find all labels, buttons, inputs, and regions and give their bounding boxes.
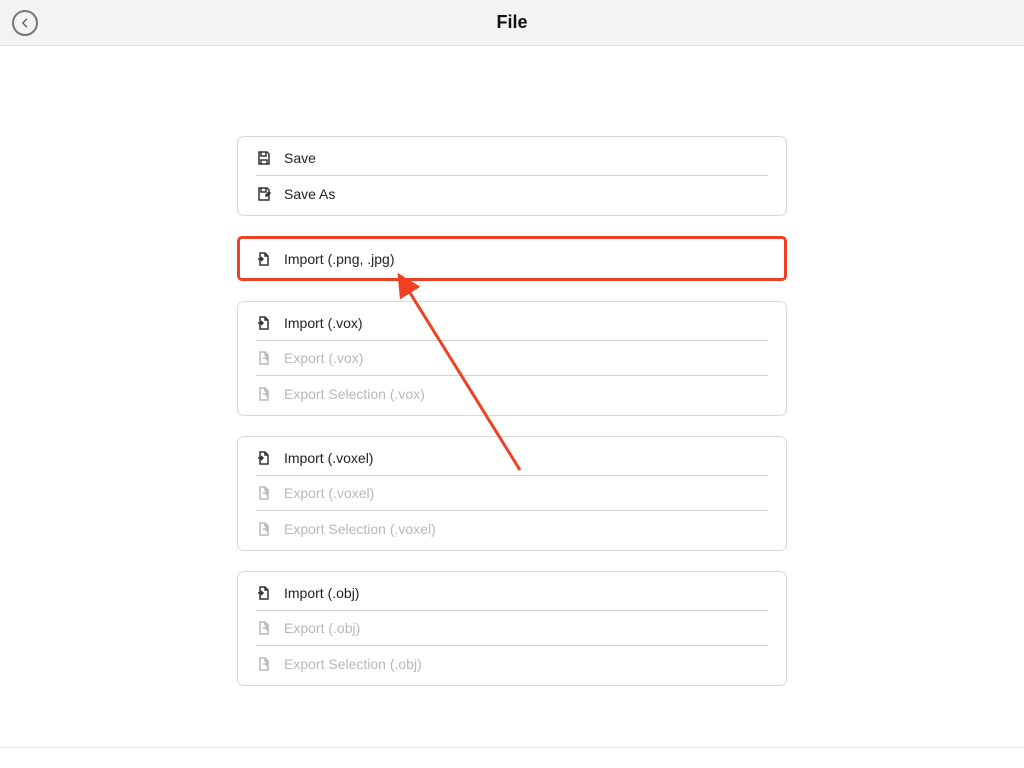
- export-obj-label: Export (.obj): [284, 620, 360, 636]
- import-image-label: Import (.png, .jpg): [284, 251, 395, 267]
- export-sel-vox-label: Export Selection (.vox): [284, 386, 425, 402]
- export-sel-obj-item: Export Selection (.obj): [256, 646, 768, 681]
- export-sel-obj-label: Export Selection (.obj): [284, 656, 422, 672]
- export-icon: [256, 485, 272, 501]
- file-menu-content: Save Save As Import (.png, .jpg) Import …: [0, 46, 1024, 706]
- save-icon: [256, 150, 272, 166]
- export-sel-voxel-label: Export Selection (.voxel): [284, 521, 436, 537]
- export-icon: [256, 656, 272, 672]
- import-obj-label: Import (.obj): [284, 585, 359, 601]
- import-icon: [256, 251, 272, 267]
- export-icon: [256, 521, 272, 537]
- import-icon: [256, 585, 272, 601]
- import-voxel-label: Import (.voxel): [284, 450, 373, 466]
- save-as-icon: [256, 186, 272, 202]
- export-vox-label: Export (.vox): [284, 350, 363, 366]
- obj-group: Import (.obj) Export (.obj) Export Selec…: [237, 571, 787, 686]
- export-sel-voxel-item: Export Selection (.voxel): [256, 511, 768, 546]
- voxel-group: Import (.voxel) Export (.voxel) Export S…: [237, 436, 787, 551]
- import-icon: [256, 315, 272, 331]
- import-obj-item[interactable]: Import (.obj): [256, 576, 768, 611]
- import-voxel-item[interactable]: Import (.voxel): [256, 441, 768, 476]
- footer-divider: [0, 747, 1024, 748]
- save-as-label: Save As: [284, 186, 335, 202]
- export-voxel-label: Export (.voxel): [284, 485, 374, 501]
- import-vox-label: Import (.vox): [284, 315, 363, 331]
- import-image-item[interactable]: Import (.png, .jpg): [256, 241, 768, 276]
- export-icon: [256, 386, 272, 402]
- import-vox-item[interactable]: Import (.vox): [256, 306, 768, 341]
- export-sel-vox-item: Export Selection (.vox): [256, 376, 768, 411]
- save-group: Save Save As: [237, 136, 787, 216]
- save-label: Save: [284, 150, 316, 166]
- back-button[interactable]: [12, 10, 38, 36]
- save-item[interactable]: Save: [256, 141, 768, 176]
- save-as-item[interactable]: Save As: [256, 176, 768, 211]
- export-vox-item: Export (.vox): [256, 341, 768, 376]
- import-image-group: Import (.png, .jpg): [237, 236, 787, 281]
- export-voxel-item: Export (.voxel): [256, 476, 768, 511]
- export-icon: [256, 620, 272, 636]
- vox-group: Import (.vox) Export (.vox) Export Selec…: [237, 301, 787, 416]
- export-icon: [256, 350, 272, 366]
- page-title: File: [496, 12, 527, 33]
- import-icon: [256, 450, 272, 466]
- chevron-left-icon: [19, 17, 31, 29]
- export-obj-item: Export (.obj): [256, 611, 768, 646]
- header-bar: File: [0, 0, 1024, 46]
